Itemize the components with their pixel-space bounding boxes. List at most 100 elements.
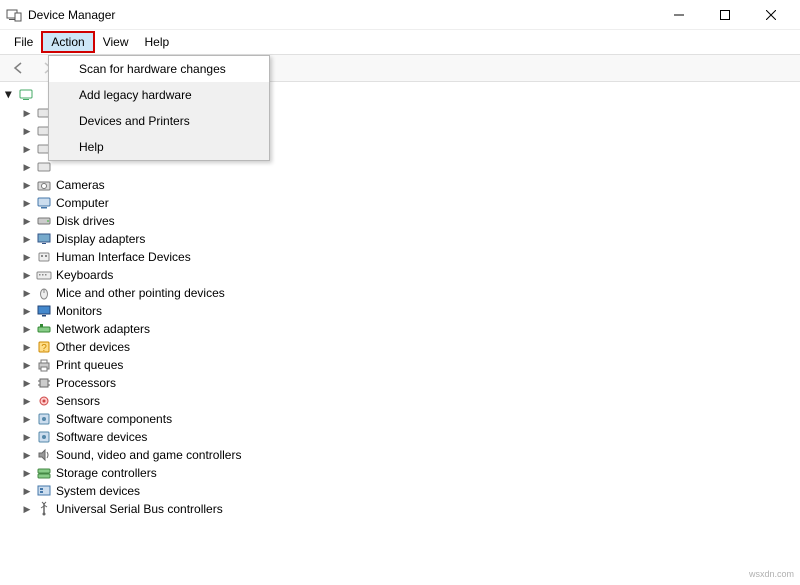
tree-item-label: Cameras [56, 178, 105, 192]
tree-item-label: Storage controllers [56, 466, 157, 480]
camera-icon [36, 177, 52, 193]
tree-item-label: Software devices [56, 430, 147, 444]
tree-item-label: System devices [56, 484, 140, 498]
tree-item-label: Monitors [56, 304, 102, 318]
network-icon [36, 321, 52, 337]
close-button[interactable] [748, 0, 794, 30]
chevron-right-icon[interactable]: ▶ [22, 342, 32, 352]
chevron-right-icon[interactable]: ▶ [22, 306, 32, 316]
chevron-right-icon[interactable]: ▶ [22, 180, 32, 190]
tree-item-label: Processors [56, 376, 116, 390]
tree-item[interactable]: ▶ Print queues [18, 356, 798, 374]
chevron-right-icon[interactable]: ▶ [22, 126, 32, 136]
tree-item[interactable]: ▶ Software components [18, 410, 798, 428]
display-icon [36, 231, 52, 247]
chevron-right-icon[interactable]: ▶ [22, 378, 32, 388]
tree-item[interactable]: ▶ Mice and other pointing devices [18, 284, 798, 302]
tree-item-label: Software components [56, 412, 172, 426]
chevron-right-icon[interactable]: ▶ [22, 396, 32, 406]
chevron-right-icon[interactable]: ▶ [22, 324, 32, 334]
tree-item-label: Sensors [56, 394, 100, 408]
chevron-right-icon[interactable]: ▶ [22, 144, 32, 154]
minimize-button[interactable] [656, 0, 702, 30]
disk-icon [36, 213, 52, 229]
menu-file[interactable]: File [6, 33, 41, 51]
chevron-right-icon[interactable]: ▶ [22, 468, 32, 478]
menu-item-devices-printers[interactable]: Devices and Printers [49, 108, 269, 134]
menu-item-scan-hardware[interactable]: Scan for hardware changes [49, 56, 269, 82]
computer-icon [36, 195, 52, 211]
software-icon [36, 429, 52, 445]
tree-item[interactable]: ▶ Cameras [18, 176, 798, 194]
chevron-right-icon[interactable]: ▶ [22, 108, 32, 118]
menu-item-help[interactable]: Help [49, 134, 269, 160]
menu-help[interactable]: Help [137, 33, 178, 51]
tree-item[interactable]: ▶ Network adapters [18, 320, 798, 338]
chevron-right-icon[interactable]: ▶ [22, 360, 32, 370]
chevron-right-icon[interactable]: ▶ [22, 270, 32, 280]
chevron-right-icon[interactable]: ▶ [22, 486, 32, 496]
tree-item[interactable]: ▶ Sound, video and game controllers [18, 446, 798, 464]
computer-icon [18, 87, 34, 103]
chevron-right-icon[interactable]: ▶ [22, 234, 32, 244]
tree-item[interactable]: ▶ Universal Serial Bus controllers [18, 500, 798, 518]
tree-item-label: Network adapters [56, 322, 150, 336]
chevron-right-icon[interactable]: ▶ [22, 198, 32, 208]
tree-item[interactable]: ▶ Software devices [18, 428, 798, 446]
tree-item-label: Display adapters [56, 232, 145, 246]
chevron-right-icon[interactable]: ▶ [22, 504, 32, 514]
action-dropdown: Scan for hardware changes Add legacy har… [48, 55, 270, 161]
tree-item[interactable]: ▶ Monitors [18, 302, 798, 320]
generic-icon [36, 159, 52, 175]
maximize-button[interactable] [702, 0, 748, 30]
chevron-right-icon[interactable]: ▶ [22, 162, 32, 172]
menu-action[interactable]: Action [41, 31, 94, 53]
tree-item[interactable]: ▶ Keyboards [18, 266, 798, 284]
chevron-right-icon[interactable]: ▶ [22, 432, 32, 442]
menu-view[interactable]: View [95, 33, 137, 51]
processor-icon [36, 375, 52, 391]
hid-icon [36, 249, 52, 265]
tree-item-label: Mice and other pointing devices [56, 286, 225, 300]
storage-icon [36, 465, 52, 481]
monitor-icon [36, 303, 52, 319]
chevron-right-icon[interactable]: ▶ [22, 288, 32, 298]
tree-item[interactable]: ▶ Storage controllers [18, 464, 798, 482]
titlebar: Device Manager [0, 0, 800, 30]
printer-icon [36, 357, 52, 373]
software-icon [36, 411, 52, 427]
tree-item[interactable]: ▶? Other devices [18, 338, 798, 356]
chevron-right-icon[interactable]: ▶ [22, 216, 32, 226]
menu-item-add-legacy[interactable]: Add legacy hardware [49, 82, 269, 108]
tree-item-label: Keyboards [56, 268, 113, 282]
tree-item[interactable]: ▶ Processors [18, 374, 798, 392]
tree-item-label: Disk drives [56, 214, 115, 228]
keyboard-icon [36, 267, 52, 283]
tree-item-label: Universal Serial Bus controllers [56, 502, 223, 516]
chevron-right-icon[interactable]: ▶ [22, 252, 32, 262]
chevron-right-icon[interactable]: ▶ [22, 414, 32, 424]
tree-item-label: Print queues [56, 358, 123, 372]
tree-item-label: Human Interface Devices [56, 250, 191, 264]
tree-item[interactable]: ▶Computer [18, 194, 798, 212]
window-title: Device Manager [28, 8, 656, 22]
tree-item[interactable]: ▶ Human Interface Devices [18, 248, 798, 266]
menubar: File Action View Help [0, 30, 800, 54]
watermark: wsxdn.com [749, 569, 794, 579]
back-button[interactable] [8, 57, 30, 79]
svg-text:?: ? [41, 343, 47, 354]
window-controls [656, 0, 794, 30]
tree-item-label: Sound, video and game controllers [56, 448, 241, 462]
device-manager-icon [6, 7, 22, 23]
other-icon: ? [36, 339, 52, 355]
sensor-icon [36, 393, 52, 409]
system-icon [36, 483, 52, 499]
tree-item[interactable]: ▶ Sensors [18, 392, 798, 410]
tree-item[interactable]: ▶ Display adapters [18, 230, 798, 248]
tree-item[interactable]: ▶ Disk drives [18, 212, 798, 230]
chevron-right-icon[interactable]: ▶ [22, 450, 32, 460]
tree-item[interactable]: ▶ System devices [18, 482, 798, 500]
sound-icon [36, 447, 52, 463]
tree-item-label: Other devices [56, 340, 130, 354]
chevron-down-icon[interactable]: ▶ [4, 90, 14, 100]
